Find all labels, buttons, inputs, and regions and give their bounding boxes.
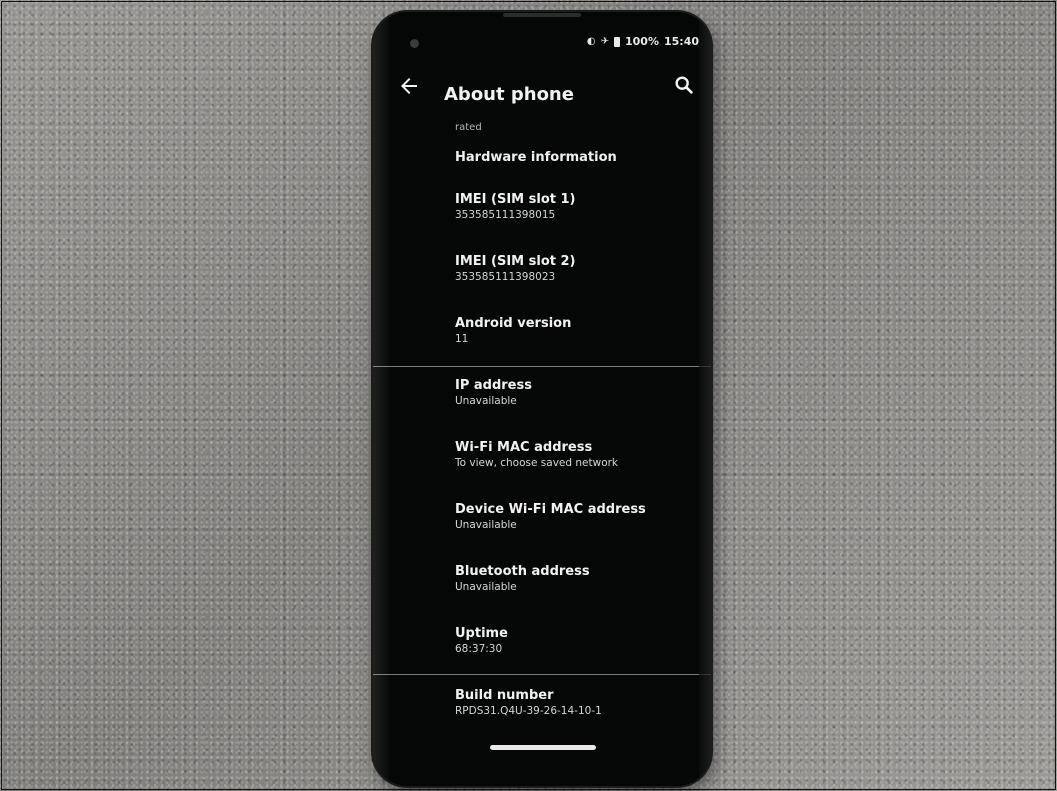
device-wifi-mac-address-row[interactable]: Device Wi-Fi MAC address Unavailable	[455, 501, 703, 563]
row-title: Build number	[455, 688, 554, 703]
row-title: Device Wi-Fi MAC address	[455, 502, 646, 517]
uptime-row[interactable]: Uptime 68:37:30	[455, 625, 703, 687]
imei-slot-2-row[interactable]: IMEI (SIM slot 2) 353585111398023	[455, 253, 703, 315]
row-title: IMEI (SIM slot 1)	[455, 192, 576, 207]
row-value: RPDS31.Q4U-39-26-14-10-1	[455, 705, 602, 717]
front-camera	[410, 39, 419, 48]
phone-device: ◐ ✈ 100% 15:40 About phone rated Hardwar…	[373, 12, 711, 786]
app-bar: About phone	[391, 74, 697, 114]
about-phone-list: rated Hardware information IMEI (SIM slo…	[455, 122, 703, 749]
hardware-information-header[interactable]: Hardware information	[455, 150, 703, 165]
partial-row-text: rated	[455, 122, 482, 133]
row-value: Unavailable	[455, 395, 517, 407]
data-saver-icon: ◐	[586, 35, 596, 47]
row-title: Uptime	[455, 626, 508, 641]
back-arrow-icon[interactable]	[397, 74, 421, 98]
home-gesture-bar[interactable]	[490, 745, 596, 750]
row-title: Bluetooth address	[455, 564, 590, 579]
row-value: 68:37:30	[455, 643, 503, 655]
airplane-icon: ✈	[600, 35, 609, 47]
battery-icon	[614, 36, 620, 47]
row-value: 353585111398015	[455, 209, 556, 221]
row-value: 353585111398023	[455, 271, 556, 283]
row-title: Android version	[455, 316, 572, 331]
status-bar: ◐ ✈ 100% 15:40	[587, 35, 699, 48]
battery-percent: 100%	[625, 35, 659, 48]
status-time: 15:40	[663, 35, 699, 48]
row-value: 11	[455, 333, 469, 345]
row-title: Wi-Fi MAC address	[455, 440, 593, 455]
imei-slot-1-row[interactable]: IMEI (SIM slot 1) 353585111398015	[455, 191, 703, 253]
row-value: To view, choose saved network	[455, 457, 619, 469]
search-icon[interactable]	[673, 74, 695, 96]
screen-glare-line	[373, 366, 711, 367]
page-title: About phone	[444, 84, 574, 105]
ip-address-row[interactable]: IP address Unavailable	[455, 377, 703, 439]
build-number-row[interactable]: Build number RPDS31.Q4U-39-26-14-10-1	[455, 687, 703, 749]
wifi-mac-address-row[interactable]: Wi-Fi MAC address To view, choose saved …	[455, 439, 703, 501]
screen-glare-line	[373, 674, 711, 675]
earpiece-speaker	[503, 13, 581, 17]
android-version-row[interactable]: Android version 11	[455, 315, 703, 377]
bluetooth-address-row[interactable]: Bluetooth address Unavailable	[455, 563, 703, 625]
row-title: IMEI (SIM slot 2)	[455, 254, 576, 269]
row-value: Unavailable	[455, 519, 517, 531]
row-value: Unavailable	[455, 581, 517, 593]
row-title: IP address	[455, 378, 532, 393]
